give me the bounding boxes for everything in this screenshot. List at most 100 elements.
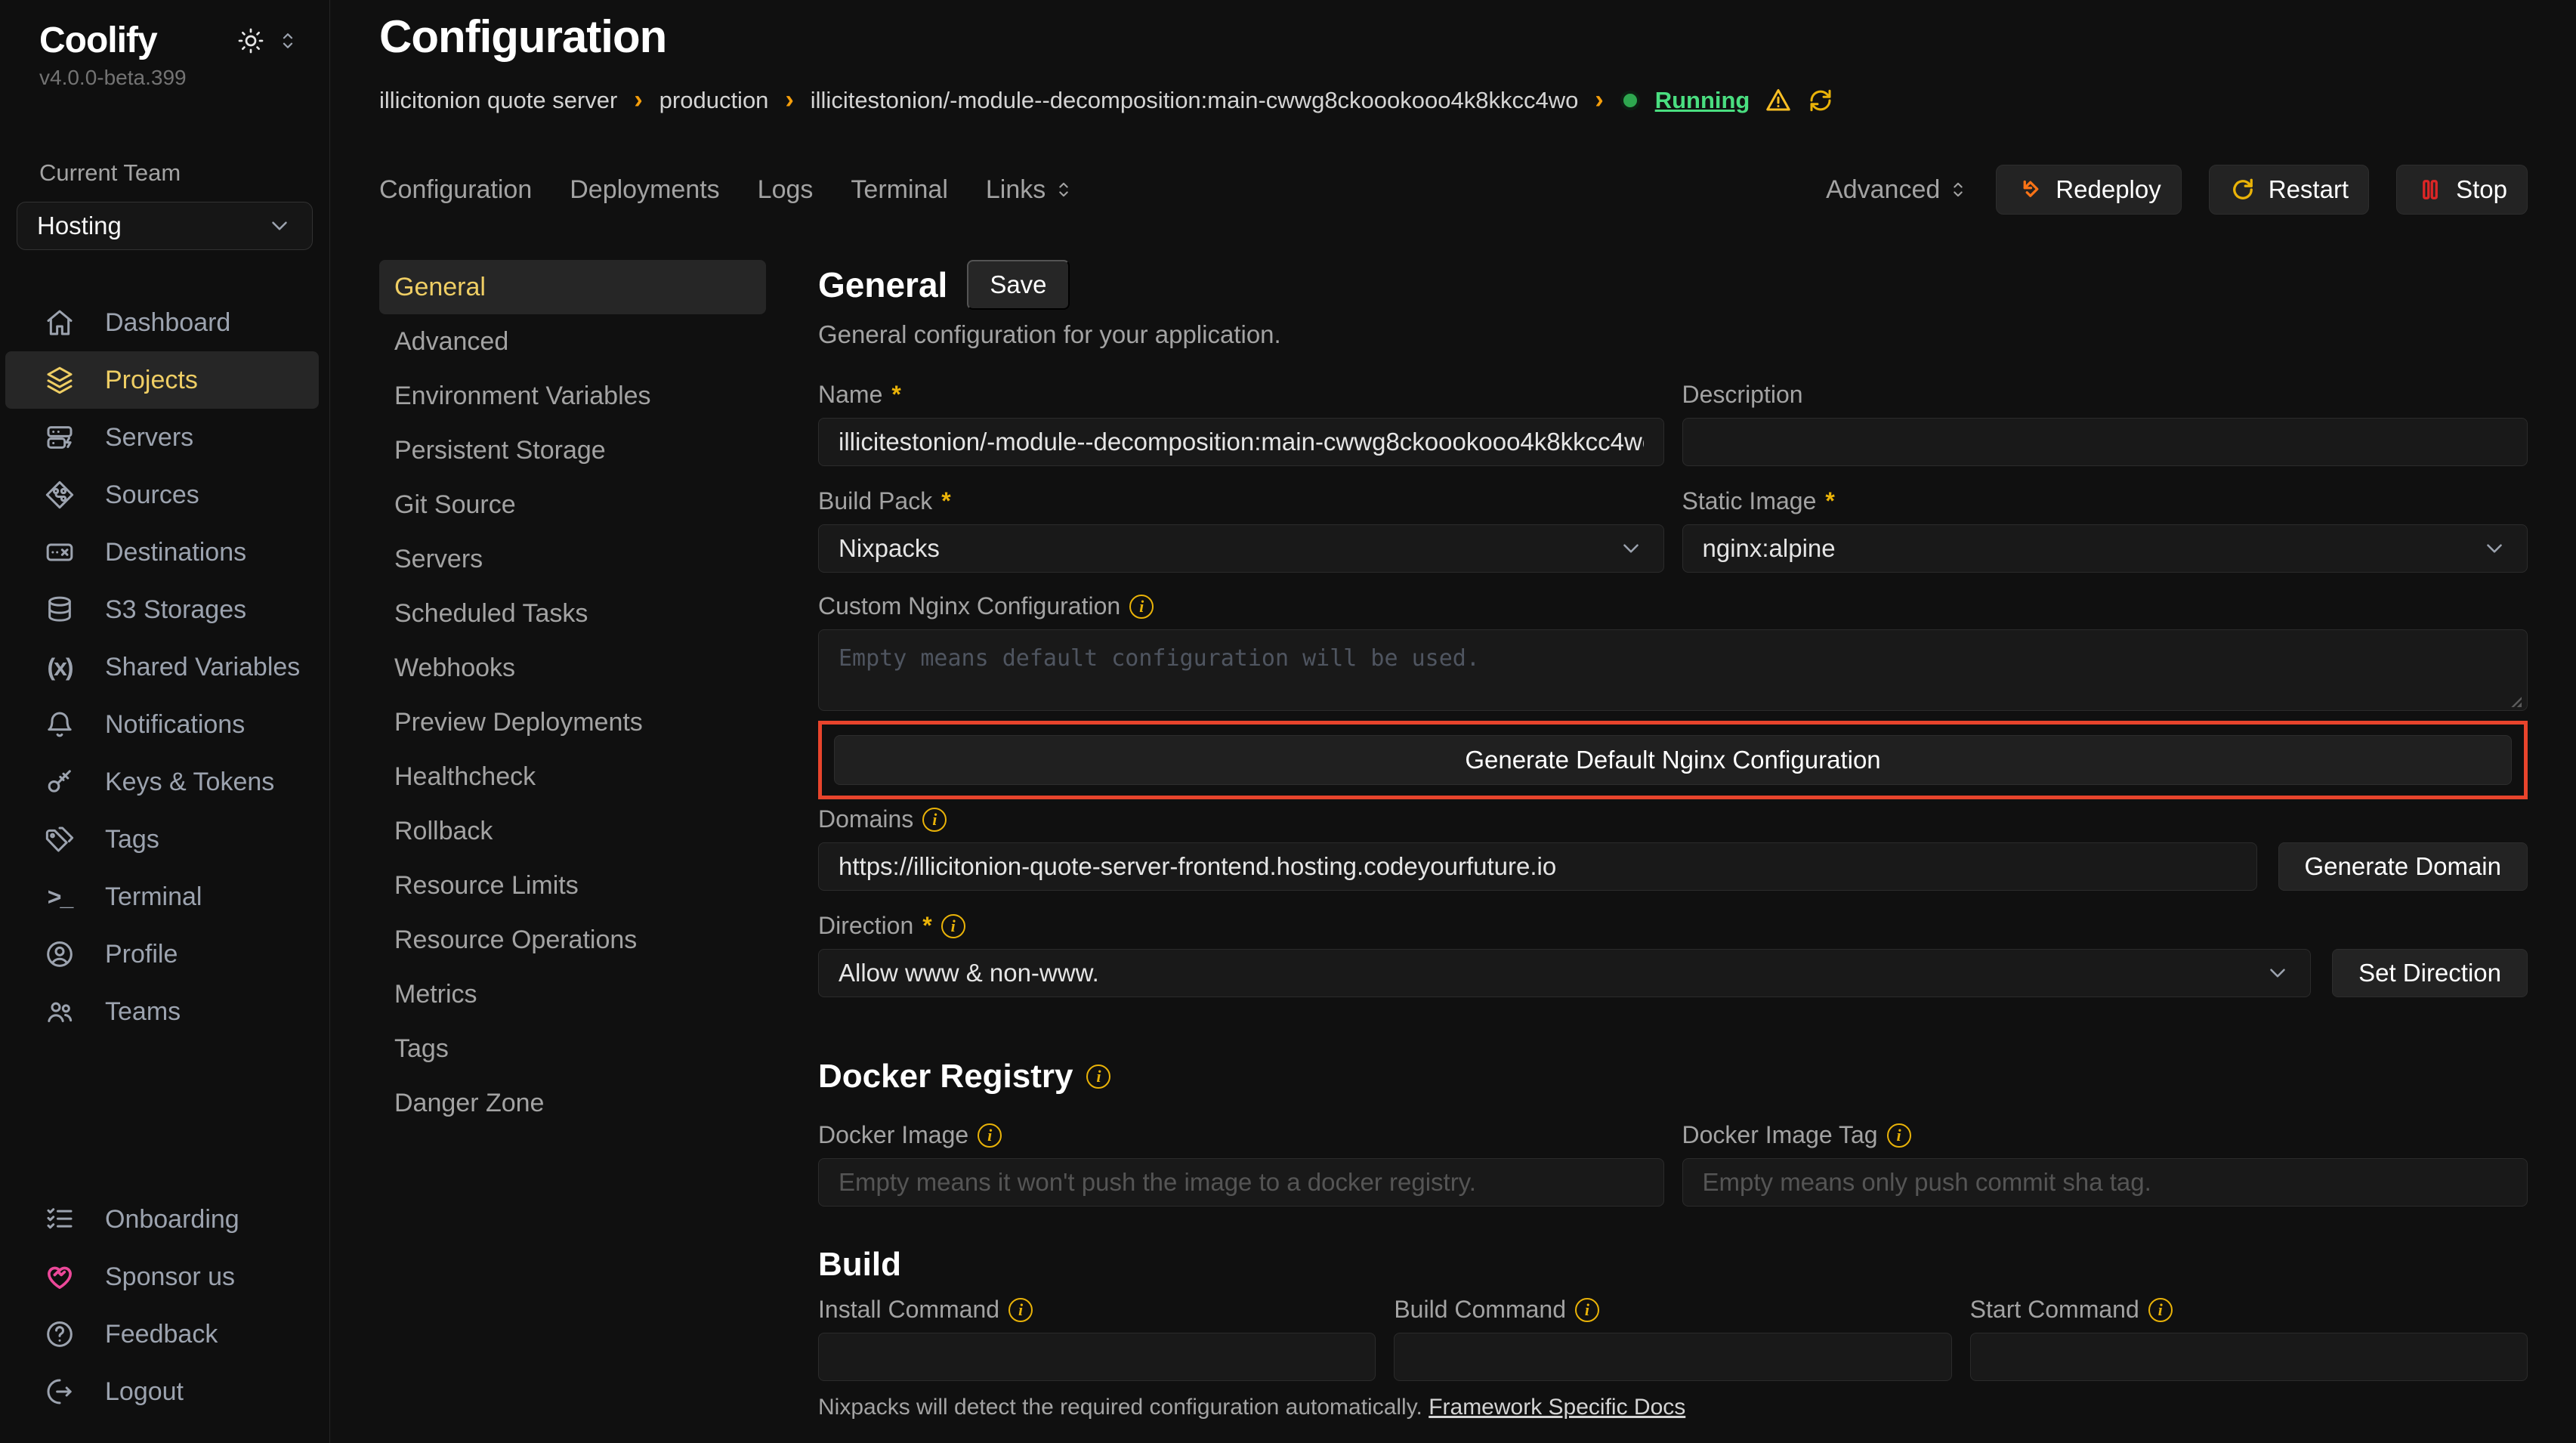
subnav-servers[interactable]: Servers bbox=[379, 532, 766, 586]
build-pack-select[interactable]: Nixpacks bbox=[818, 524, 1664, 573]
subnav-environment-variables[interactable]: Environment Variables bbox=[379, 369, 766, 423]
redeploy-label: Redeploy bbox=[2056, 175, 2161, 204]
subnav-metrics[interactable]: Metrics bbox=[379, 967, 766, 1021]
name-input[interactable] bbox=[818, 418, 1664, 466]
redeploy-button[interactable]: Redeploy bbox=[1996, 165, 2181, 215]
sidebar-item-destinations[interactable]: Destinations bbox=[5, 524, 319, 581]
sidebar-item-feedback[interactable]: Feedback bbox=[5, 1305, 319, 1363]
sidebar-item-label: Sponsor us bbox=[105, 1262, 235, 1292]
breadcrumb-project[interactable]: illicitonion quote server bbox=[379, 87, 617, 114]
subnav-git-source[interactable]: Git Source bbox=[379, 477, 766, 532]
chevrons-updown-icon bbox=[1947, 179, 1969, 200]
tab-configuration[interactable]: Configuration bbox=[379, 175, 532, 205]
team-select[interactable]: Hosting bbox=[17, 202, 313, 250]
domains-label: Domains bbox=[818, 805, 913, 833]
static-image-label: Static Image bbox=[1682, 487, 1817, 515]
sidebar-item-label: Destinations bbox=[105, 538, 246, 567]
breadcrumb: illicitonion quote server › production ›… bbox=[379, 85, 2528, 115]
users-icon bbox=[45, 997, 75, 1027]
direction-label: Direction bbox=[818, 912, 913, 940]
direction-select[interactable]: Allow www & non-www. bbox=[818, 949, 2311, 997]
theme-sun-icon[interactable] bbox=[237, 27, 264, 54]
sidebar-item-keys-tokens[interactable]: Keys & Tokens bbox=[5, 753, 319, 811]
sidebar-item-sponsor-us[interactable]: Sponsor us bbox=[5, 1248, 319, 1305]
sidebar-item-label: Terminal bbox=[105, 882, 202, 912]
info-icon[interactable] bbox=[1129, 595, 1154, 619]
sidebar-item-s3-storages[interactable]: S3 Storages bbox=[5, 581, 319, 638]
build-command-label: Build Command bbox=[1394, 1296, 1566, 1324]
info-icon[interactable] bbox=[978, 1123, 1002, 1148]
advanced-label: Advanced bbox=[1826, 175, 1940, 205]
info-icon[interactable] bbox=[922, 808, 947, 832]
subnav-tags[interactable]: Tags bbox=[379, 1021, 766, 1076]
sidebar-item-notifications[interactable]: Notifications bbox=[5, 696, 319, 753]
static-image-select[interactable]: nginx:alpine bbox=[1682, 524, 2528, 573]
subnav-scheduled-tasks[interactable]: Scheduled Tasks bbox=[379, 586, 766, 641]
docker-image-tag-input[interactable] bbox=[1682, 1158, 2528, 1207]
restart-button[interactable]: Restart bbox=[2209, 165, 2369, 215]
start-command-input[interactable] bbox=[1970, 1333, 2528, 1381]
app-window: Coolify v4.0.0-beta.399 Current Team Hos… bbox=[0, 0, 2576, 1443]
page-title: Configuration bbox=[379, 11, 2528, 63]
tab-logs[interactable]: Logs bbox=[758, 175, 814, 205]
warning-icon[interactable] bbox=[1765, 87, 1792, 114]
subnav-advanced[interactable]: Advanced bbox=[379, 314, 766, 369]
database-icon bbox=[45, 595, 75, 625]
sidebar-item-logout[interactable]: Logout bbox=[5, 1363, 319, 1420]
nginx-config-textarea[interactable] bbox=[818, 629, 2528, 711]
sidebar-item-shared-variables[interactable]: (x) Shared Variables bbox=[5, 638, 319, 696]
subnav-general[interactable]: General bbox=[379, 260, 766, 314]
refresh-icon[interactable] bbox=[1807, 87, 1834, 114]
stop-button[interactable]: Stop bbox=[2396, 165, 2528, 215]
subnav-rollback[interactable]: Rollback bbox=[379, 804, 766, 858]
tab-links[interactable]: Links bbox=[986, 175, 1074, 205]
subnav-persistent-storage[interactable]: Persistent Storage bbox=[379, 423, 766, 477]
sidebar-item-dashboard[interactable]: Dashboard bbox=[5, 294, 319, 351]
domains-input[interactable] bbox=[818, 842, 2257, 891]
info-icon[interactable] bbox=[2148, 1298, 2173, 1322]
nixpacks-note: Nixpacks will detect the required config… bbox=[818, 1395, 1422, 1420]
sidebar-item-servers[interactable]: Servers bbox=[5, 409, 319, 466]
subnav-resource-limits[interactable]: Resource Limits bbox=[379, 858, 766, 913]
build-command-input[interactable] bbox=[1394, 1333, 1951, 1381]
install-command-input[interactable] bbox=[818, 1333, 1376, 1381]
tab-terminal[interactable]: Terminal bbox=[851, 175, 947, 205]
server-icon bbox=[45, 422, 75, 453]
framework-docs-link[interactable]: Framework Specific Docs bbox=[1429, 1395, 1685, 1420]
subnav-resource-operations[interactable]: Resource Operations bbox=[379, 913, 766, 967]
generate-domain-button[interactable]: Generate Domain bbox=[2278, 842, 2528, 891]
advanced-dropdown[interactable]: Advanced bbox=[1826, 175, 1969, 205]
subnav-webhooks[interactable]: Webhooks bbox=[379, 641, 766, 695]
resize-grip[interactable] bbox=[2508, 694, 2522, 707]
info-icon[interactable] bbox=[941, 914, 965, 938]
info-icon[interactable] bbox=[1086, 1064, 1110, 1089]
status-badge[interactable]: Running bbox=[1655, 87, 1750, 114]
sidebar-item-onboarding[interactable]: Onboarding bbox=[5, 1191, 319, 1248]
sidebar-item-tags[interactable]: Tags bbox=[5, 811, 319, 868]
set-direction-button[interactable]: Set Direction bbox=[2332, 949, 2528, 997]
sidebar-item-profile[interactable]: Profile bbox=[5, 925, 319, 983]
sidebar-item-terminal[interactable]: >_ Terminal bbox=[5, 868, 319, 925]
info-icon[interactable] bbox=[1887, 1123, 1911, 1148]
stop-label: Stop bbox=[2456, 175, 2507, 204]
breadcrumb-resource[interactable]: illicitestonion/-module--decomposition:m… bbox=[811, 87, 1579, 114]
breadcrumb-separator-icon: › bbox=[1593, 85, 1605, 115]
generate-nginx-config-button[interactable]: Generate Default Nginx Configuration bbox=[834, 735, 2512, 785]
description-input[interactable] bbox=[1682, 418, 2528, 466]
theme-switcher-chevrons-icon[interactable] bbox=[276, 29, 299, 52]
subnav-preview-deployments[interactable]: Preview Deployments bbox=[379, 695, 766, 749]
build-pack-value: Nixpacks bbox=[839, 534, 940, 563]
subnav-healthcheck[interactable]: Healthcheck bbox=[379, 749, 766, 804]
docker-image-input[interactable] bbox=[818, 1158, 1664, 1207]
info-icon[interactable] bbox=[1008, 1298, 1033, 1322]
info-icon[interactable] bbox=[1575, 1298, 1599, 1322]
breadcrumb-environment[interactable]: production bbox=[659, 87, 769, 114]
start-command-label: Start Command bbox=[1970, 1296, 2139, 1324]
required-marker: * bbox=[941, 487, 950, 515]
tab-deployments[interactable]: Deployments bbox=[570, 175, 719, 205]
subnav-danger-zone[interactable]: Danger Zone bbox=[379, 1076, 766, 1130]
save-button[interactable]: Save bbox=[967, 260, 1069, 310]
sidebar-item-projects[interactable]: Projects bbox=[5, 351, 319, 409]
sidebar-item-teams[interactable]: Teams bbox=[5, 983, 319, 1040]
sidebar-item-sources[interactable]: Sources bbox=[5, 466, 319, 524]
